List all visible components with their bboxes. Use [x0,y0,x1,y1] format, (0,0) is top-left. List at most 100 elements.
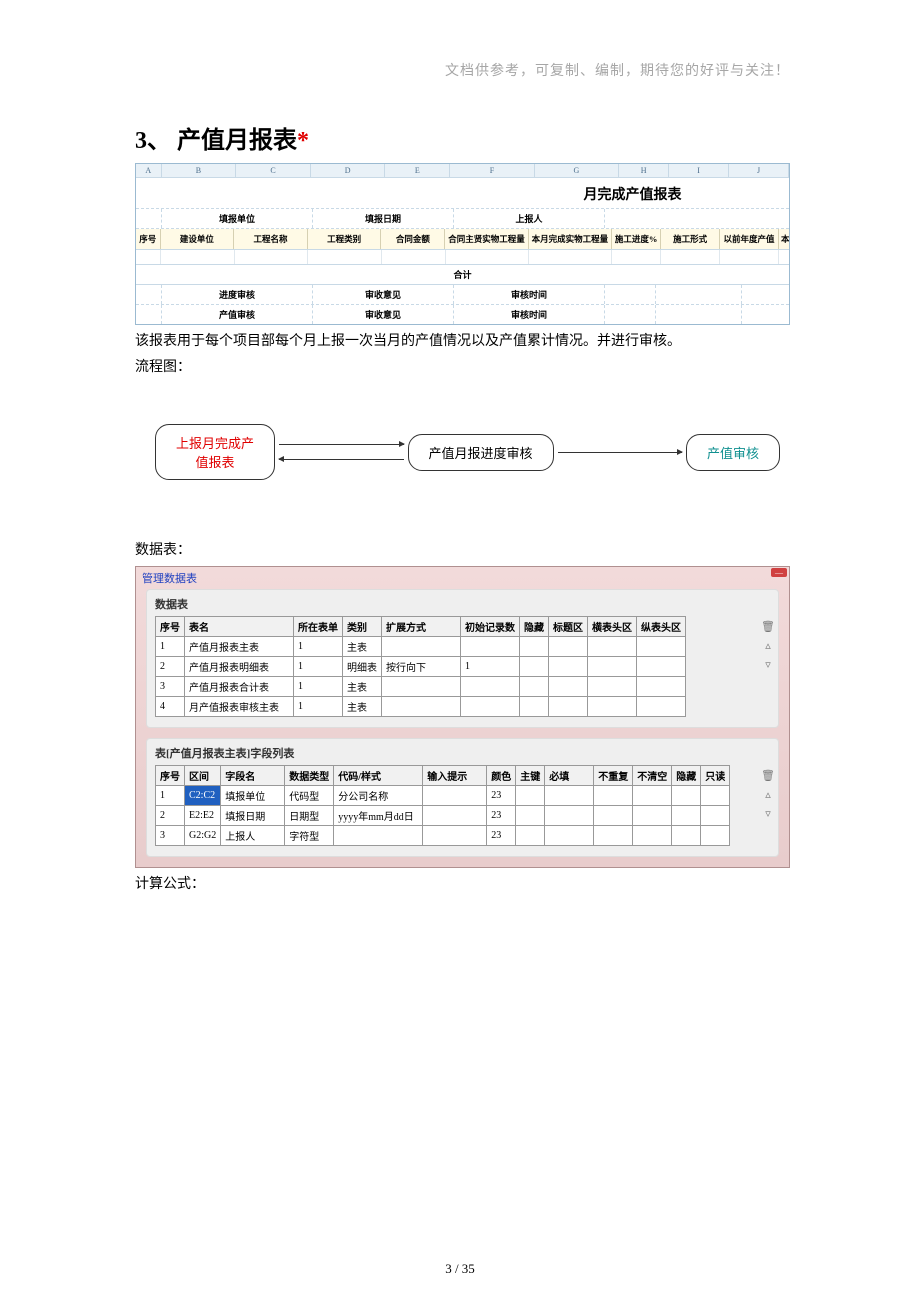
hdr-projname: 工程名称 [234,229,308,249]
flow-box-2: 产值月报进度审核 [408,434,554,471]
excel-meta-row: 填报单位 填报日期 上报人 [136,209,789,229]
table-row[interactable]: 3 产值月报表合计表 1 主表 [156,677,686,697]
t2h-2: 字段名 [221,766,285,786]
hdr-cut: 本 [779,229,789,249]
t1h-6: 隐藏 [520,617,549,637]
trash-icon[interactable]: 🗑 [761,620,775,633]
table-row[interactable]: 2 E2:E2 填报日期 日期型 yyyy年mm月dd日 23 [156,806,730,826]
foot-opinion2: 审收意见 [313,305,454,324]
t2h-12: 只读 [701,766,730,786]
table2: 序号 区间 字段名 数据类型 代码/样式 输入提示 颜色 主键 必填 不重复 不… [155,765,730,846]
flow-box-1: 上报月完成产 值报表 [155,424,275,480]
t1h-3: 类别 [343,617,382,637]
hdr-prev: 以前年度产值 [720,229,779,249]
meta-unit: 填报单位 [162,209,313,228]
flow-box-1-l1: 上报月完成产 [176,433,254,452]
flow-box-1-l2: 值报表 [176,452,254,471]
flow-box-3: 产值审核 [686,434,780,471]
side-icons-2: 🗑 ▵ ▿ [761,769,775,820]
desc-text: 该报表用于每个项目部每个月上报一次当月的产值情况以及产值累计情况。并进行审核。 [135,331,790,353]
panel-inner-1: 数据表 序号 表名 所在表单 类别 扩展方式 初始记录数 隐藏 标题区 横表头区… [146,589,779,728]
down-icon[interactable]: ▿ [765,658,771,671]
hdr-projtype: 工程类别 [308,229,382,249]
table-row[interactable]: 4 月产值报表审核主表 1 主表 [156,697,686,717]
col-H: H [619,164,669,178]
down-icon[interactable]: ▿ [765,807,771,820]
hdr-contract: 合同金额 [381,229,445,249]
col-C: C [236,164,311,178]
flow-arrow-1 [275,444,407,460]
col-G: G [535,164,619,178]
asterisk: * [297,128,309,154]
col-B: B [162,164,237,178]
col-I: I [669,164,729,178]
col-A: A [136,164,162,178]
flow-label: 流程图： [135,357,790,379]
t1h-7: 标题区 [549,617,588,637]
t2h-3: 数据类型 [285,766,334,786]
table-row[interactable]: 2 产值月报表明细表 1 明细表 按行向下 1 [156,657,686,677]
table-row[interactable]: 3 G2:G2 上报人 字符型 23 [156,826,730,846]
up-icon[interactable]: ▵ [765,788,771,801]
hdr-cost: 合同主贤实物工程量 [445,229,528,249]
table1-header-row: 序号 表名 所在表单 类别 扩展方式 初始记录数 隐藏 标题区 横表头区 纵表头… [156,617,686,637]
t1h-9: 纵表头区 [637,617,686,637]
foot-audit2: 产值审核 [162,305,313,324]
t2h-5: 输入提示 [423,766,487,786]
hdr-month: 本月完成实物工程量 [529,229,612,249]
close-icon[interactable]: — [771,568,787,577]
t2h-9: 不重复 [594,766,633,786]
t1h-0: 序号 [156,617,185,637]
t2h-6: 颜色 [487,766,516,786]
panel-inner-2: 表[产值月报表主表]字段列表 序号 区间 字段名 数据类型 代码/样式 输入提示… [146,738,779,857]
t2h-7: 主键 [516,766,545,786]
t1h-5: 初始记录数 [461,617,520,637]
excel-col-headers: A B C D E F G H I J [136,164,789,178]
hdr-form: 施工形式 [661,229,720,249]
meta-date: 填报日期 [313,209,454,228]
t1h-1: 表名 [185,617,294,637]
t1h-4: 扩展方式 [382,617,461,637]
excel-title: 月完成产值报表 [136,178,789,209]
foot-time2: 审核时间 [454,305,605,324]
side-icons-1: 🗑 ▵ ▿ [761,620,775,671]
section-title: 3、 产值月报表* [135,120,790,155]
table2-header-row: 序号 区间 字段名 数据类型 代码/样式 输入提示 颜色 主键 必填 不重复 不… [156,766,730,786]
t1h-2: 所在表单 [294,617,343,637]
panel2-sub: 表[产值月报表主表]字段列表 [155,745,770,761]
col-E: E [385,164,450,178]
excel-screenshot: A B C D E F G H I J 月完成产值报表 填报单位 填报日期 上报… [135,163,790,325]
section-name: 产值月报表 [177,128,297,154]
hdr-progress: 施工进度% [612,229,661,249]
table1: 序号 表名 所在表单 类别 扩展方式 初始记录数 隐藏 标题区 横表头区 纵表头… [155,616,686,717]
t2h-8: 必填 [545,766,594,786]
formula-label: 计算公式： [135,874,790,896]
t2h-4: 代码/样式 [334,766,423,786]
header-note: 文档供参考，可复制、编制，期待您的好评与关注！ [135,60,790,80]
foot-opinion1: 审收意见 [313,285,454,304]
foot-time1: 审核时间 [454,285,605,304]
datatable-label: 数据表： [135,540,790,562]
meta-reporter: 上报人 [454,209,605,228]
t2h-1: 区间 [185,766,221,786]
excel-footer2: 产值审核 审收意见 审核时间 [136,305,789,324]
t1h-8: 横表头区 [588,617,637,637]
excel-empty-row [136,250,789,265]
page-number: 3 / 35 [0,1261,920,1277]
excel-sum-row: 合计 [136,265,789,285]
excel-title-row: 月完成产值报表 [136,178,789,209]
up-icon[interactable]: ▵ [765,639,771,652]
table-row[interactable]: 1 C2:C2 填报单位 代码型 分公司名称 23 [156,786,730,806]
col-J: J [729,164,789,178]
hdr-builder: 建设单位 [161,229,235,249]
table-row[interactable]: 1 产值月报表主表 1 主表 [156,637,686,657]
panel1-sub: 数据表 [155,596,770,612]
panel-title: 管理数据表 [136,567,789,589]
col-F: F [450,164,534,178]
flowchart: 上报月完成产 值报表 产值月报进度审核 产值审核 [135,389,790,520]
section-no: 3、 [135,128,171,154]
flow-arrow-2 [554,452,686,453]
trash-icon[interactable]: 🗑 [761,769,775,782]
data-panel: — 管理数据表 数据表 序号 表名 所在表单 类别 扩展方式 初始记录数 隐藏 … [135,566,790,868]
foot-audit1: 进度审核 [162,285,313,304]
